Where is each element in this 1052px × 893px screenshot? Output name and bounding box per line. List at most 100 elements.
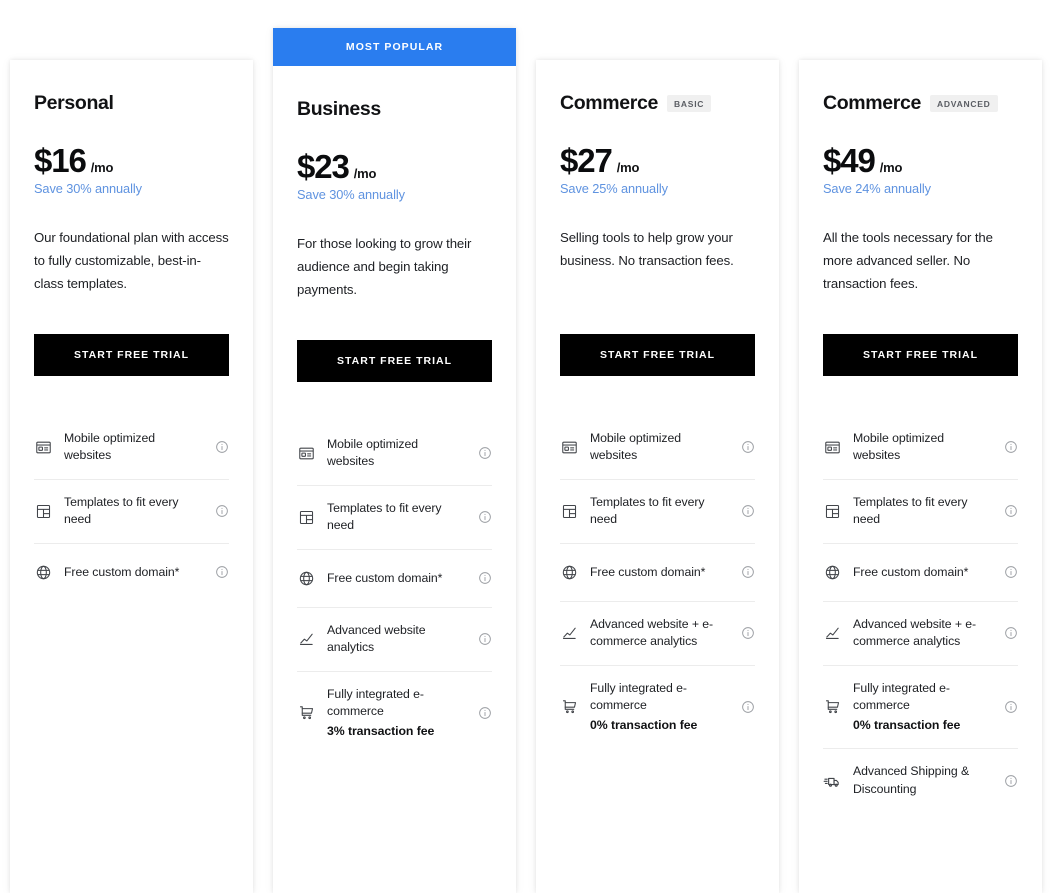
feature-label: Fully integrated e-commerce 0% transactio… xyxy=(853,680,992,734)
feature-subtext: 0% transaction fee xyxy=(853,717,961,732)
price-amount: $27 xyxy=(560,142,613,179)
price-period: /mo xyxy=(879,160,903,175)
info-icon[interactable] xyxy=(741,565,755,579)
price-amount: $16 xyxy=(34,142,87,179)
plan-tier-badge: BASIC xyxy=(667,94,712,112)
feature-title: Mobile optimized websites xyxy=(64,431,155,463)
info-icon[interactable] xyxy=(741,626,755,640)
plan-card-body: Business $23/mo Save 30% annually For those… xyxy=(297,66,492,893)
plan-column: MOST POPULAR Business $23/mo Save 30% annua… xyxy=(263,0,526,893)
feature-label: Mobile optimized websites xyxy=(327,436,466,471)
info-icon[interactable] xyxy=(741,504,755,518)
info-icon[interactable] xyxy=(741,440,755,454)
feature-title: Free custom domain* xyxy=(590,564,706,579)
feature-row: Mobile optimized websites xyxy=(823,416,1018,479)
plan-column: Personal $16/mo Save 30% annually Our found… xyxy=(0,0,263,893)
feature-label: Templates to fit every need xyxy=(64,494,203,529)
feature-title: Templates to fit every need xyxy=(853,494,968,527)
feature-row: Templates to fit every need xyxy=(297,484,492,549)
annual-savings-note: Save 25% annually xyxy=(560,181,668,196)
feature-row: Fully integrated e-commerce 0% transactio… xyxy=(823,664,1018,748)
feature-row: Free custom domain* xyxy=(560,542,755,601)
feature-label: Free custom domain* xyxy=(853,564,992,581)
pricing-page: Personal $16/mo Save 30% annually Our found… xyxy=(0,0,1052,893)
start-free-trial-button[interactable]: START FREE TRIAL xyxy=(823,334,1018,376)
price-amount: $23 xyxy=(297,148,350,185)
feature-row: Advanced Shipping & Discounting xyxy=(823,748,1018,812)
feature-label: Advanced website analytics xyxy=(327,622,466,657)
shopping-cart-icon xyxy=(560,698,578,716)
info-icon[interactable] xyxy=(478,706,492,720)
feature-row: Fully integrated e-commerce 0% transactio… xyxy=(560,664,755,748)
info-icon[interactable] xyxy=(478,510,492,524)
feature-title: Fully integrated e-commerce xyxy=(327,686,424,719)
templates-layout-icon xyxy=(297,508,315,526)
plan-card-body: Personal $16/mo Save 30% annually Our found… xyxy=(34,90,229,893)
info-icon[interactable] xyxy=(1004,700,1018,714)
start-free-trial-button[interactable]: START FREE TRIAL xyxy=(560,334,755,376)
analytics-chart-icon xyxy=(297,630,315,648)
info-icon[interactable] xyxy=(478,446,492,460)
feature-title: Templates to fit every need xyxy=(64,494,179,527)
info-icon[interactable] xyxy=(1004,626,1018,640)
plan-price: $49/mo xyxy=(823,144,1018,177)
feature-label: Fully integrated e-commerce 3% transactio… xyxy=(327,686,466,740)
info-icon[interactable] xyxy=(478,571,492,585)
info-icon[interactable] xyxy=(1004,774,1018,788)
price-amount: $49 xyxy=(823,142,876,179)
feature-label: Mobile optimized websites xyxy=(64,430,203,465)
mobile-window-icon xyxy=(560,438,578,456)
feature-list: Mobile optimized websites Templates to fi… xyxy=(823,416,1018,812)
feature-title: Templates to fit every need xyxy=(327,500,442,533)
feature-row: Mobile optimized websites xyxy=(297,422,492,485)
feature-title: Mobile optimized websites xyxy=(327,437,418,469)
feature-title: Free custom domain* xyxy=(853,564,969,579)
globe-icon xyxy=(297,569,315,587)
globe-icon xyxy=(34,563,52,581)
feature-title: Advanced website + e-commerce analytics xyxy=(590,616,714,649)
feature-row: Advanced website analytics xyxy=(297,606,492,671)
feature-list: Mobile optimized websites Templates to fi… xyxy=(34,416,229,601)
plan-column: Commerce ADVANCED $49/mo Save 24% annually A… xyxy=(789,0,1052,893)
feature-label: Free custom domain* xyxy=(327,570,466,587)
plan-price: $23/mo xyxy=(297,150,492,183)
feature-row: Free custom domain* xyxy=(297,548,492,607)
plan-card-commerce-advanced: Commerce ADVANCED $49/mo Save 24% annually A… xyxy=(799,60,1042,893)
most-popular-ribbon: MOST POPULAR xyxy=(273,28,516,66)
feature-title: Advanced website + e-commerce analytics xyxy=(853,616,977,649)
plan-price: $27/mo xyxy=(560,144,755,177)
feature-title: Mobile optimized websites xyxy=(853,431,944,463)
plan-name: Commerce xyxy=(823,91,921,114)
plan-header: Personal xyxy=(34,90,229,116)
mobile-window-icon xyxy=(297,444,315,462)
feature-row: Mobile optimized websites xyxy=(34,416,229,479)
globe-icon xyxy=(560,563,578,581)
plan-description: For those looking to grow their audience… xyxy=(297,236,472,298)
info-icon[interactable] xyxy=(1004,504,1018,518)
plan-description: Selling tools to help grow your business… xyxy=(560,230,734,269)
plan-price: $16/mo xyxy=(34,144,229,177)
plan-name: Business xyxy=(297,97,381,120)
info-icon[interactable] xyxy=(215,440,229,454)
feature-row: Mobile optimized websites xyxy=(560,416,755,479)
plan-header: Business xyxy=(297,96,492,122)
info-icon[interactable] xyxy=(215,565,229,579)
price-period: /mo xyxy=(353,166,377,181)
feature-title: Fully integrated e-commerce xyxy=(853,680,950,713)
plan-header: Commerce BASIC xyxy=(560,90,755,116)
info-icon[interactable] xyxy=(478,632,492,646)
info-icon[interactable] xyxy=(741,700,755,714)
feature-label: Templates to fit every need xyxy=(853,494,992,529)
info-icon[interactable] xyxy=(215,504,229,518)
feature-title: Advanced Shipping & Discounting xyxy=(853,764,970,796)
annual-savings-note: Save 30% annually xyxy=(297,187,405,202)
info-icon[interactable] xyxy=(1004,565,1018,579)
feature-subtext: 0% transaction fee xyxy=(590,717,698,732)
feature-title: Free custom domain* xyxy=(327,570,443,585)
info-icon[interactable] xyxy=(1004,440,1018,454)
start-free-trial-button[interactable]: START FREE TRIAL xyxy=(34,334,229,376)
mobile-window-icon xyxy=(34,438,52,456)
plan-card-commerce-basic: Commerce BASIC $27/mo Save 25% annually Sell… xyxy=(536,60,779,893)
feature-row: Fully integrated e-commerce 3% transactio… xyxy=(297,670,492,754)
start-free-trial-button[interactable]: START FREE TRIAL xyxy=(297,340,492,382)
